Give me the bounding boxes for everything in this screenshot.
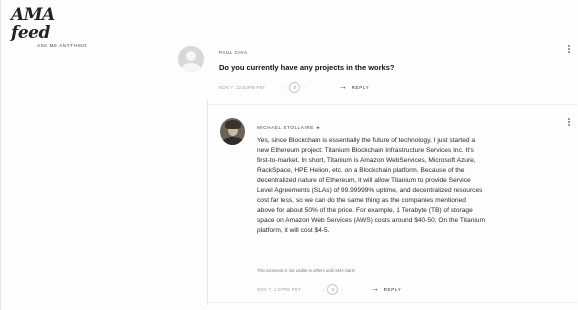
text-line: Yes, since Blockchain is essentially the… — [257, 137, 476, 144]
text-line: above for about 50% of the price. For ex… — [257, 207, 473, 214]
upvote-icon[interactable]: › — [303, 85, 304, 90]
vote-control[interactable]: ‹ 0 › — [323, 284, 343, 295]
reply-button[interactable]: → REPLY — [339, 82, 370, 91]
text-line: Level Agreements (SLAs) of 99.99999% upt… — [257, 187, 483, 194]
text-line: decentralized nature of Ethereum, it wil… — [257, 177, 471, 184]
user-avatar[interactable] — [220, 118, 245, 145]
host-star-icon: ★ — [315, 125, 321, 130]
downvote-icon[interactable]: ‹ — [323, 287, 324, 292]
more-vertical-icon[interactable] — [568, 45, 570, 53]
comment-author[interactable]: PAUL CHIA — [219, 50, 248, 55]
logo-wordmark: AMA feed — [11, 5, 55, 43]
comment-timestamp: NOV 7, 1:07PM PST — [257, 287, 301, 292]
comment-text: Yes, since Blockchain is essentially the… — [257, 136, 574, 236]
visibility-note: This comment is not visible to others un… — [257, 268, 355, 273]
text-line: platform, it will cost $4-5. — [257, 227, 330, 234]
vote-count: 0 — [327, 284, 339, 295]
comment-divider — [207, 104, 577, 105]
reply-button[interactable]: → REPLY — [371, 284, 402, 293]
default-avatar-icon[interactable] — [178, 46, 204, 72]
author-name: MICHAEL STOLLAIRE — [257, 125, 314, 130]
text-line: new Ethereum project: Titanium Blockchai… — [257, 147, 474, 154]
logo-tagline: ASK ME ANYTHING — [37, 43, 88, 48]
reply-arrow-icon: → — [339, 82, 348, 91]
text-line: space on Amazon Web Services (AWS) costs… — [257, 217, 485, 224]
ama-page: AMA feed ASK ME ANYTHING PAUL CHIA Do yo… — [0, 0, 578, 310]
site-logo[interactable]: AMA feed ASK ME ANYTHING — [11, 6, 91, 48]
reply-label: REPLY — [383, 286, 402, 292]
text-line: cost far less, so we can do the same thi… — [257, 197, 466, 204]
downvote-icon[interactable]: ‹ — [285, 85, 286, 90]
vote-count: 0 — [289, 82, 301, 93]
vote-control[interactable]: ‹ 0 › — [285, 82, 305, 93]
reply-label: REPLY — [351, 84, 370, 90]
text-line: first-to-market. In short, Titanium is A… — [257, 157, 476, 164]
comment-author[interactable]: MICHAEL STOLLAIRE ★ — [257, 125, 321, 131]
thread-line — [207, 100, 208, 305]
comment-divider — [207, 302, 577, 303]
text-line: RackSpace, HPE Helion, etc. on a Blockch… — [257, 167, 465, 174]
upvote-icon[interactable]: › — [341, 287, 342, 292]
comment-text: Do you currently have any projects in th… — [219, 63, 395, 72]
comment-timestamp: NOV 7, 12:52PM PST — [219, 85, 266, 90]
reply-arrow-icon: → — [371, 284, 380, 293]
more-vertical-icon[interactable] — [568, 118, 570, 126]
